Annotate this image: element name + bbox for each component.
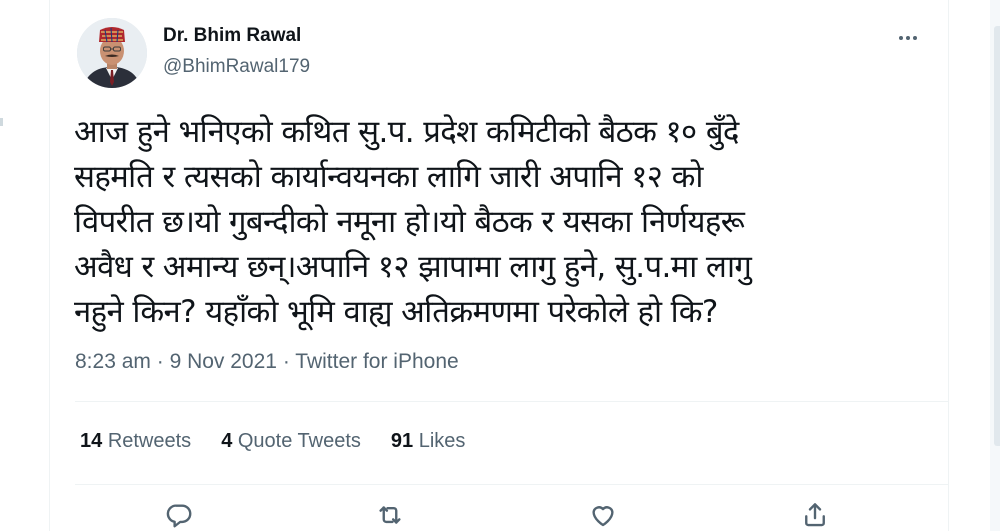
- more-dots-icon: [913, 36, 917, 40]
- avatar[interactable]: [77, 18, 147, 88]
- timeline-border-left: [49, 0, 50, 531]
- heart-icon: [592, 506, 614, 527]
- more-dots-icon: [899, 36, 903, 40]
- meta-separator: ·: [150, 350, 170, 373]
- quote-tweets-stat[interactable]: 4 Quote Tweets: [221, 430, 361, 453]
- share-button[interactable]: [800, 500, 834, 531]
- tweet-page: Dr. Bhim Rawal @BhimRawal179 आज हुने भनि…: [0, 0, 1000, 531]
- retweets-stat[interactable]: 14 Retweets: [80, 430, 191, 453]
- meta-separator: ·: [276, 350, 296, 373]
- tweet-timestamp-date[interactable]: 9 Nov 2021: [170, 350, 277, 373]
- divider: [75, 484, 948, 485]
- tweet-timestamp-time[interactable]: 8:23 am: [75, 350, 151, 373]
- scrollbar[interactable]: [994, 26, 1000, 446]
- likes-label: Likes: [418, 430, 466, 452]
- tweet-source[interactable]: Twitter for iPhone: [295, 350, 458, 373]
- reply-button[interactable]: [164, 500, 198, 531]
- reply-icon: [166, 504, 192, 528]
- retweet-icon: [379, 506, 401, 524]
- quote-tweets-count: 4: [221, 430, 233, 452]
- more-options-button[interactable]: [888, 24, 928, 52]
- avatar-image: [77, 18, 147, 88]
- quote-tweets-label: Quote Tweets: [237, 430, 361, 452]
- author-handle[interactable]: @BhimRawal179: [163, 56, 310, 78]
- left-edge-mark: [0, 118, 3, 126]
- tweet-meta: 8:23 am · 9 Nov 2021 · Twitter for iPhon…: [75, 350, 459, 374]
- like-button[interactable]: [588, 500, 622, 531]
- tweet-stats: 14 Retweets 4 Quote Tweets 91 Likes: [80, 430, 465, 453]
- retweet-button[interactable]: [375, 500, 409, 531]
- timeline-border-right: [948, 0, 949, 531]
- retweets-label: Retweets: [107, 430, 192, 452]
- divider: [75, 401, 948, 402]
- retweets-count: 14: [80, 430, 103, 452]
- author-display-name[interactable]: Dr. Bhim Rawal: [163, 25, 301, 47]
- tweet-text: आज हुने भनिएको कथित सु.प. प्रदेश कमिटीको…: [74, 114, 752, 330]
- more-dots-icon: [906, 36, 910, 40]
- likes-count: 91: [390, 430, 414, 452]
- share-icon: [805, 503, 825, 527]
- likes-stat[interactable]: 91 Likes: [391, 430, 466, 453]
